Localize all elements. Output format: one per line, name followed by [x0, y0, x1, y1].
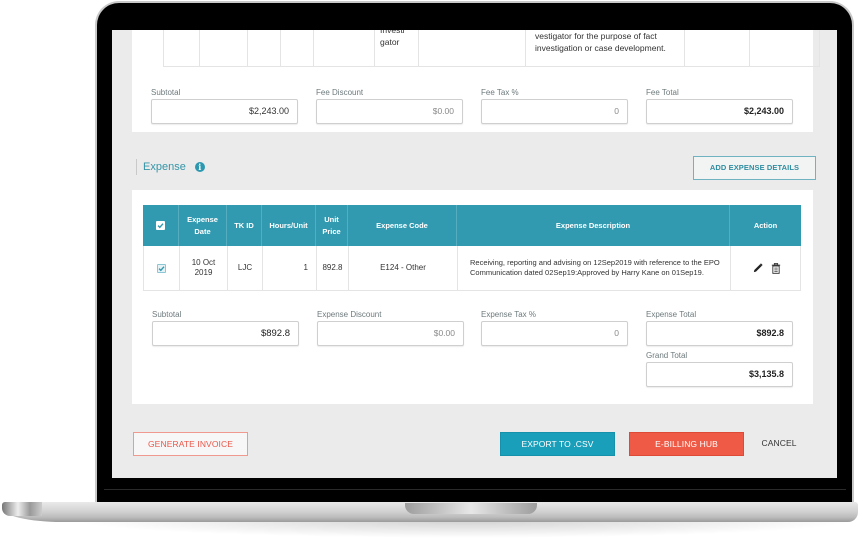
laptop-notch	[405, 503, 537, 514]
header-hours-unit[interactable]: Hours/Unit	[261, 205, 315, 246]
checkmark-icon	[158, 265, 165, 271]
edit-icon[interactable]	[753, 263, 763, 273]
header-select-all[interactable]	[143, 205, 178, 246]
info-icon[interactable]: i	[194, 162, 205, 172]
laptop-shadow	[70, 520, 858, 538]
hours-unit-cell: 1	[262, 246, 316, 290]
fee-subtotal-field[interactable]: $2,243.00	[151, 99, 298, 124]
table-divider	[418, 30, 419, 66]
header-unit-price[interactable]: Unit Price	[315, 205, 347, 246]
grand-total-field[interactable]: $3,135.8	[646, 362, 793, 387]
select-all-checkbox[interactable]	[156, 221, 165, 230]
action-cell	[730, 246, 802, 290]
expense-code-cell: E124 - Other	[348, 246, 457, 290]
header-action: Action	[729, 205, 801, 246]
generate-invoice-button[interactable]: GENERATE INVOICE	[133, 432, 248, 456]
expense-heading: Expense i	[136, 159, 205, 175]
fee-discount-field[interactable]: $0.00	[316, 99, 463, 124]
header-expense-description[interactable]: Expense Description	[456, 205, 729, 246]
fee-discount-label: Fee Discount	[316, 88, 364, 97]
add-expense-details-button[interactable]: ADD EXPENSE DETAILS	[693, 156, 816, 180]
role-cell: Investi gator	[380, 30, 405, 48]
ebilling-hub-button[interactable]: E-BILLING HUB	[629, 432, 744, 456]
table-divider	[749, 30, 750, 66]
table-divider	[684, 30, 685, 66]
checkmark-icon	[157, 223, 164, 229]
expense-description-cell: Receiving, reporting and advising on 12S…	[457, 246, 730, 290]
role-cell-line: gator	[380, 37, 400, 47]
expense-discount-field[interactable]: $0.00	[317, 321, 464, 346]
table-row: 10 Oct 2019 LJC 1 892.8 E124 - Other Rec…	[143, 246, 801, 291]
fee-tax-label: Fee Tax %	[481, 88, 519, 97]
row-checkbox[interactable]	[157, 263, 166, 273]
expense-table-header: Expense Date TK ID Hours/Unit Unit Price…	[143, 205, 801, 246]
row-select[interactable]	[144, 246, 179, 290]
header-expense-code[interactable]: Expense Code	[347, 205, 456, 246]
table-divider	[374, 30, 375, 66]
expense-tax-field[interactable]: 0	[481, 321, 628, 346]
fee-card: Investi gator vestigator for the purpose…	[132, 30, 820, 132]
table-divider	[199, 30, 200, 66]
fee-total-field[interactable]: $2,243.00	[646, 99, 793, 124]
unit-price-cell: 892.8	[316, 246, 348, 290]
export-csv-button[interactable]: EXPORT TO .CSV	[500, 432, 615, 456]
table-divider	[280, 30, 281, 66]
expense-total-field[interactable]: $892.8	[646, 321, 793, 346]
laptop-bezel-line	[104, 489, 846, 490]
expense-tax-label: Expense Tax %	[481, 310, 536, 319]
cancel-button[interactable]: CANCEL	[758, 432, 800, 456]
expense-date-cell: 10 Oct 2019	[179, 246, 227, 290]
table-divider	[247, 30, 248, 66]
grand-total-label: Grand Total	[646, 351, 688, 360]
delete-icon[interactable]	[771, 262, 781, 274]
expense-total-label: Expense Total	[646, 310, 697, 319]
fee-subtotal-label: Subtotal	[151, 88, 181, 97]
screen: Investi gator vestigator for the purpose…	[112, 30, 837, 478]
fee-tax-field[interactable]: 0	[481, 99, 628, 124]
description-line: investigation or case development.	[535, 43, 666, 53]
header-expense-date[interactable]: Expense Date	[178, 205, 226, 246]
expense-subtotal-field[interactable]: $892.8	[152, 321, 299, 346]
table-divider	[525, 30, 526, 66]
header-tk-id[interactable]: TK ID	[226, 205, 261, 246]
expense-discount-label: Expense Discount	[317, 310, 382, 319]
table-divider	[313, 30, 314, 66]
description-cell: vestigator for the purpose of fact inves…	[535, 30, 666, 54]
fee-table-fragment: Investi gator vestigator for the purpose…	[163, 30, 820, 67]
description-line: vestigator for the purpose of fact	[535, 31, 657, 41]
expense-subtotal-label: Subtotal	[152, 310, 182, 319]
tk-id-cell: LJC	[227, 246, 262, 290]
expense-title: Expense	[143, 161, 186, 173]
fee-total-label: Fee Total	[646, 88, 679, 97]
